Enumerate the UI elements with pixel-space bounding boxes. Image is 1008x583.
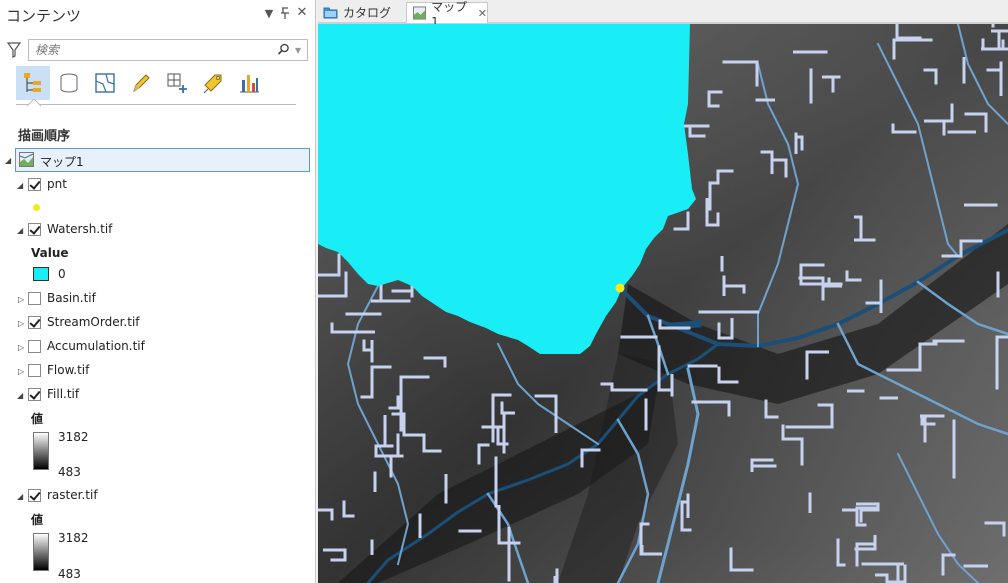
search-icon[interactable] bbox=[277, 43, 290, 59]
layer-visibility-checkbox[interactable] bbox=[28, 489, 41, 502]
layer-visibility-checkbox[interactable] bbox=[28, 316, 41, 329]
layer-visibility-checkbox[interactable] bbox=[28, 292, 41, 305]
layer-visibility-checkbox[interactable] bbox=[28, 364, 41, 377]
list-by-editing-button[interactable] bbox=[124, 66, 158, 100]
toolbar-divider bbox=[16, 104, 296, 105]
legend-low-value: 483 bbox=[58, 465, 81, 479]
map-node[interactable]: マップ1 bbox=[15, 148, 310, 172]
pane-header: コンテンツ ▼ ✕ bbox=[0, 0, 315, 30]
expand-layer-icon[interactable]: ▷ bbox=[18, 367, 24, 376]
active-tab-caret bbox=[27, 99, 41, 107]
tab-map[interactable]: マップ1 ✕ bbox=[406, 0, 488, 29]
map-canvas[interactable] bbox=[318, 24, 1008, 583]
stretch-color-ramp[interactable] bbox=[33, 432, 49, 470]
search-box[interactable]: ▼ bbox=[28, 39, 308, 61]
snapping-grid-icon bbox=[167, 73, 187, 93]
legend-high-value: 3182 bbox=[58, 430, 89, 444]
contents-pane: コンテンツ ▼ ✕ ▼ bbox=[0, 0, 316, 583]
collapse-layer-icon[interactable]: ◢ bbox=[17, 226, 23, 235]
close-tab-icon[interactable]: ✕ bbox=[478, 7, 487, 20]
collapse-map-icon[interactable]: ◢ bbox=[5, 156, 11, 165]
legend-title: 値 bbox=[31, 513, 44, 527]
legend-low-value: 483 bbox=[58, 567, 81, 581]
map-icon bbox=[19, 152, 34, 167]
expand-layer-icon[interactable]: ▷ bbox=[18, 319, 24, 328]
database-icon bbox=[60, 73, 78, 93]
collapse-layer-icon[interactable]: ◢ bbox=[17, 492, 23, 501]
layer-name[interactable]: Fill.tif bbox=[47, 387, 79, 401]
legend-title: 値 bbox=[31, 412, 44, 426]
layer-visibility-checkbox[interactable] bbox=[28, 388, 41, 401]
value-swatch[interactable] bbox=[33, 267, 49, 281]
map-selection-icon bbox=[95, 73, 115, 93]
pane-menu-icon[interactable]: ▼ bbox=[262, 7, 276, 20]
legend-title: Value bbox=[31, 246, 69, 260]
pencil-icon bbox=[133, 74, 150, 93]
collapse-layer-icon[interactable]: ◢ bbox=[17, 391, 23, 400]
map-icon bbox=[413, 6, 427, 20]
bar-chart-icon bbox=[240, 75, 259, 93]
expand-layer-icon[interactable]: ▷ bbox=[18, 343, 24, 352]
label-tag-icon bbox=[203, 74, 222, 94]
layer-visibility-checkbox[interactable] bbox=[28, 178, 41, 191]
expand-layer-icon[interactable]: ▷ bbox=[18, 295, 24, 304]
catalog-icon bbox=[323, 7, 338, 19]
point-symbol[interactable] bbox=[32, 203, 41, 212]
map-name: マップ1 bbox=[40, 155, 84, 169]
layer-name[interactable]: Accumulation.tif bbox=[47, 339, 145, 353]
list-by-snapping-button[interactable] bbox=[160, 66, 194, 100]
layer-name[interactable]: Flow.tif bbox=[47, 363, 89, 377]
view-tabstrip: カタログ マップ1 ✕ bbox=[318, 0, 1008, 29]
drawing-order-icon bbox=[24, 73, 41, 92]
chevron-down-icon[interactable]: ▼ bbox=[295, 46, 301, 55]
layer-visibility-checkbox[interactable] bbox=[28, 223, 41, 236]
list-by-charts-button[interactable] bbox=[232, 66, 266, 100]
contents-toolbar bbox=[16, 66, 296, 102]
pin-icon[interactable] bbox=[278, 7, 292, 22]
section-title: 描画順序 bbox=[18, 129, 71, 144]
pane-title: コンテンツ bbox=[6, 6, 82, 25]
pour-point[interactable] bbox=[615, 283, 625, 293]
layer-name[interactable]: Basin.tif bbox=[47, 291, 96, 305]
map-view[interactable] bbox=[318, 24, 1008, 583]
stretch-color-ramp[interactable] bbox=[33, 533, 49, 571]
filter-icon[interactable] bbox=[6, 42, 22, 61]
list-by-drawing-order-button[interactable] bbox=[16, 66, 50, 100]
layer-name[interactable]: raster.tif bbox=[47, 488, 98, 502]
layer-name[interactable]: pnt bbox=[47, 177, 67, 191]
layer-visibility-checkbox[interactable] bbox=[28, 340, 41, 353]
tab-label: カタログ bbox=[343, 6, 392, 20]
legend-high-value: 3182 bbox=[58, 531, 89, 545]
legend-value: 0 bbox=[58, 267, 66, 281]
close-icon[interactable]: ✕ bbox=[295, 5, 309, 20]
layer-name[interactable]: StreamOrder.tif bbox=[47, 315, 140, 329]
collapse-layer-icon[interactable]: ◢ bbox=[17, 181, 23, 190]
search-input[interactable] bbox=[35, 42, 265, 58]
list-by-source-button[interactable] bbox=[52, 66, 86, 100]
list-by-selection-button[interactable] bbox=[88, 66, 122, 100]
layer-name[interactable]: Watersh.tif bbox=[47, 222, 112, 236]
stream-segment bbox=[669, 320, 702, 330]
list-by-labeling-button[interactable] bbox=[196, 66, 230, 100]
tab-catalog[interactable]: カタログ bbox=[323, 2, 401, 23]
